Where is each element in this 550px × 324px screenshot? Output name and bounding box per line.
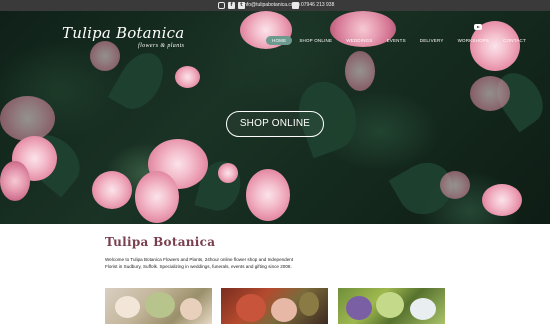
product-image-3[interactable]	[338, 288, 445, 324]
facebook-icon[interactable]: f	[228, 2, 235, 9]
pink-flower	[218, 163, 238, 183]
intro-text: Welcome to Tulipa Botanica Flowers and P…	[105, 257, 294, 269]
instagram-icon[interactable]	[218, 2, 225, 9]
main-nav: HOME SHOP ONLINE WEDDINGS EVENTS DELIVER…	[266, 36, 533, 45]
nav-item-shop-online[interactable]: SHOP ONLINE	[292, 36, 339, 45]
phone-number[interactable]: 07946 213 938	[301, 2, 334, 9]
flower-shape	[346, 296, 372, 320]
pink-flower	[175, 66, 200, 88]
product-image-1[interactable]	[105, 288, 212, 324]
logo-subtitle: flowers & plants	[138, 43, 185, 49]
nav-item-workshops[interactable]: WORKSHOPS	[451, 36, 497, 45]
nav-item-contact[interactable]: CONTACT	[496, 36, 533, 45]
logo-title: Tulipa Botanica	[62, 24, 185, 42]
pink-flower	[246, 169, 290, 221]
top-bar: f t info@tulipabotanica.co.uk 07946 213 …	[0, 0, 550, 11]
pink-flower	[135, 171, 179, 223]
foliage-shape	[145, 292, 175, 318]
phone-icon	[292, 2, 299, 9]
social-links: f t	[218, 2, 245, 9]
flower-shape	[115, 296, 140, 318]
youtube-icon[interactable]	[474, 24, 482, 30]
flower-shape	[180, 298, 202, 320]
foliage-shape	[299, 292, 319, 316]
nav-item-events[interactable]: EVENTS	[380, 36, 413, 45]
product-image-2[interactable]	[221, 288, 328, 324]
pink-flower	[345, 51, 375, 91]
hero-banner: Tulipa Botanica flowers & plants HOME SH…	[0, 11, 550, 224]
pink-flower	[482, 184, 522, 216]
foliage-shape	[376, 292, 404, 318]
site-logo[interactable]: Tulipa Botanica flowers & plants	[62, 25, 184, 50]
flower-shape	[410, 298, 436, 320]
nav-item-weddings[interactable]: WEDDINGS	[339, 36, 379, 45]
flower-shape	[236, 294, 266, 322]
pink-flower	[470, 76, 510, 111]
page: f t info@tulipabotanica.co.uk 07946 213 …	[0, 0, 550, 324]
nav-item-home[interactable]: HOME	[266, 36, 293, 45]
flower-shape	[271, 298, 297, 322]
page-title: Tulipa Botanica	[105, 235, 216, 249]
pink-flower	[0, 96, 55, 141]
shop-online-button[interactable]: SHOP ONLINE	[226, 111, 324, 137]
pink-flower	[0, 161, 30, 201]
pink-flower	[440, 171, 470, 199]
pink-flower	[92, 171, 132, 209]
nav-item-delivery[interactable]: DELIVERY	[413, 36, 451, 45]
